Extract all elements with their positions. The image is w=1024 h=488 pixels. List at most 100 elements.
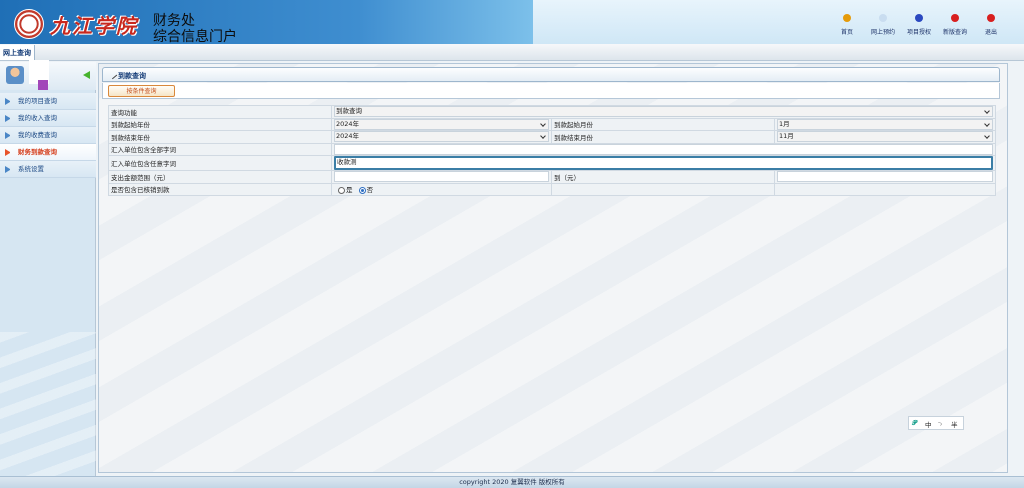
main-panel: 到款查询 按条件查询 查询功能 到款查询 到款起始年份 2024年 到款起始月份… <box>98 63 1008 473</box>
form-row-any-keywords: 汇入单位包含任意字词 收款测 <box>108 155 996 171</box>
function-cell: 到款查询 <box>331 105 996 119</box>
tab-online-query[interactable]: 网上查询 <box>0 45 35 60</box>
start-year-select[interactable]: 2024年 <box>334 118 549 130</box>
project-auth-dot-icon <box>915 14 923 22</box>
sidebar-watermark <box>0 332 96 482</box>
nav-project-auth-label: 项目授权 <box>906 29 931 36</box>
copyright-text: copyright 2020 复翼软件 版权所有 <box>459 478 565 486</box>
start-year-label: 到款起始年份 <box>108 117 332 131</box>
sidebar-item-label: 系统设置 <box>18 165 44 173</box>
school-seal-icon <box>14 9 44 39</box>
user-color-block <box>38 80 48 90</box>
empty-cell <box>551 182 775 196</box>
end-month-select[interactable]: 11月 <box>777 131 993 143</box>
logout-dot-icon <box>987 14 995 22</box>
amount-range-label: 支出金额范围（元） <box>108 170 332 184</box>
user-avatar <box>6 66 24 84</box>
start-month-label: 到款起始月份 <box>551 117 775 131</box>
form-row-all-keywords: 汇入单位包含全部字词 <box>108 142 996 156</box>
form-row-end: 到款结束年份 2024年 到款结束月份 11月 <box>108 130 996 144</box>
query-by-conditions-button[interactable]: 按条件查询 <box>108 85 175 97</box>
any-keywords-cell: 收款测 <box>331 155 996 171</box>
nav-logout[interactable]: 退出 <box>978 12 1004 36</box>
all-keywords-cell <box>331 142 996 156</box>
empty-cell <box>774 182 996 196</box>
ime-logo-icon: 𝓟 <box>912 419 917 427</box>
radio-yes-label: 是 <box>346 186 353 195</box>
sidebar-item-label: 我的收入查询 <box>18 114 57 122</box>
amount-to-label: 到（元） <box>551 170 775 184</box>
amount-from-cell <box>331 170 552 184</box>
form-row-function: 查询功能 到款查询 <box>108 105 996 119</box>
nav-project-auth[interactable]: 项目授权 <box>906 12 932 36</box>
panel-toolbar: 按条件查询 <box>102 83 1000 99</box>
query-form: 查询功能 到款查询 到款起始年份 2024年 到款起始月份 1月 到款结束年份 … <box>108 105 996 196</box>
sidebar: 我的项目查询 我的收入查询 我的收费查询 财务到款查询 系统设置 <box>0 60 96 488</box>
sidebar-item-settings[interactable]: 系统设置 <box>0 161 96 178</box>
tab-bar: 网上查询 <box>0 44 1024 61</box>
function-select-value: 到款查询 <box>336 107 362 116</box>
nav-home[interactable]: 首页 <box>834 12 860 36</box>
nav-new-query-label: 新版查询 <box>942 29 967 36</box>
end-month-value: 11月 <box>779 132 794 141</box>
end-month-label: 到款结束月份 <box>551 130 775 144</box>
sidebar-item-label: 财务到款查询 <box>18 148 57 156</box>
end-month-cell: 11月 <box>774 130 996 144</box>
panel-title-text: 到款查询 <box>118 72 146 80</box>
end-year-select[interactable]: 2024年 <box>334 131 549 143</box>
ime-half-width: 半 <box>951 421 958 429</box>
sidebar-item-my-fees[interactable]: 我的收费查询 <box>0 127 96 144</box>
end-year-value: 2024年 <box>336 132 360 141</box>
form-row-include: 是否包含已核销到款 是 否 <box>108 182 996 196</box>
start-month-cell: 1月 <box>774 117 996 131</box>
collapse-arrow-icon[interactable] <box>83 71 90 79</box>
end-year-label: 到款结束年份 <box>108 130 332 144</box>
arrow-icon <box>5 98 13 105</box>
all-keywords-label: 汇入单位包含全部字词 <box>108 142 332 156</box>
form-row-amount: 支出金额范围（元） 到（元） <box>108 170 996 184</box>
function-select[interactable]: 到款查询 <box>334 106 993 118</box>
chevron-down-icon <box>540 133 546 140</box>
sidebar-menu: 我的项目查询 我的收入查询 我的收费查询 财务到款查询 系统设置 <box>0 93 96 178</box>
nav-appointment[interactable]: 网上预约 <box>870 12 896 36</box>
sidebar-item-payment-arrival[interactable]: 财务到款查询 <box>0 144 96 161</box>
appointment-dot-icon <box>879 14 887 22</box>
include-written-off-cell: 是 否 <box>331 182 552 196</box>
amount-from-input[interactable] <box>334 171 549 183</box>
include-written-off-label: 是否包含已核销到款 <box>108 182 332 196</box>
sidebar-item-my-projects[interactable]: 我的项目查询 <box>0 93 96 110</box>
footer: copyright 2020 复翼软件 版权所有 <box>0 476 1024 488</box>
chevron-down-icon <box>984 133 990 140</box>
chevron-down-icon <box>984 108 990 115</box>
start-month-select[interactable]: 1月 <box>777 118 993 130</box>
arrow-icon <box>5 149 13 156</box>
radio-no-label: 否 <box>366 186 374 195</box>
start-year-cell: 2024年 <box>331 117 552 131</box>
arrow-icon <box>5 115 13 122</box>
sidebar-item-my-income[interactable]: 我的收入查询 <box>0 110 96 127</box>
ime-mode-chinese: 中 <box>925 421 932 429</box>
new-query-dot-icon <box>951 14 959 22</box>
amount-to-cell <box>774 170 996 184</box>
arrow-icon <box>5 132 13 139</box>
school-name: 九江学院 <box>50 14 138 38</box>
ime-punctuation: ·₎ <box>938 419 942 427</box>
end-year-cell: 2024年 <box>331 130 552 144</box>
user-box <box>0 60 96 90</box>
top-nav: 首页 网上预约 项目授权 新版查询 退出 <box>834 12 1004 36</box>
start-month-value: 1月 <box>779 119 790 128</box>
radio-yes[interactable] <box>338 186 345 194</box>
function-label: 查询功能 <box>108 105 332 119</box>
amount-to-input[interactable] <box>777 171 993 183</box>
header: 九江学院 财务处 综合信息门户 首页 网上预约 项目授权 新版查询 退出 <box>0 0 1024 45</box>
any-keywords-label: 汇入单位包含任意字词 <box>108 155 332 171</box>
radio-no[interactable] <box>358 186 366 194</box>
form-row-start: 到款起始年份 2024年 到款起始月份 1月 <box>108 117 996 131</box>
chevron-down-icon <box>984 120 990 127</box>
input-method-indicator[interactable]: 𝓟 中 ·₎ 半 <box>908 416 964 430</box>
home-dot-icon <box>843 14 851 22</box>
nav-new-query[interactable]: 新版查询 <box>942 12 968 36</box>
any-keywords-input[interactable]: 收款测 <box>334 156 993 170</box>
arrow-icon <box>5 166 13 173</box>
all-keywords-input[interactable] <box>334 143 993 155</box>
